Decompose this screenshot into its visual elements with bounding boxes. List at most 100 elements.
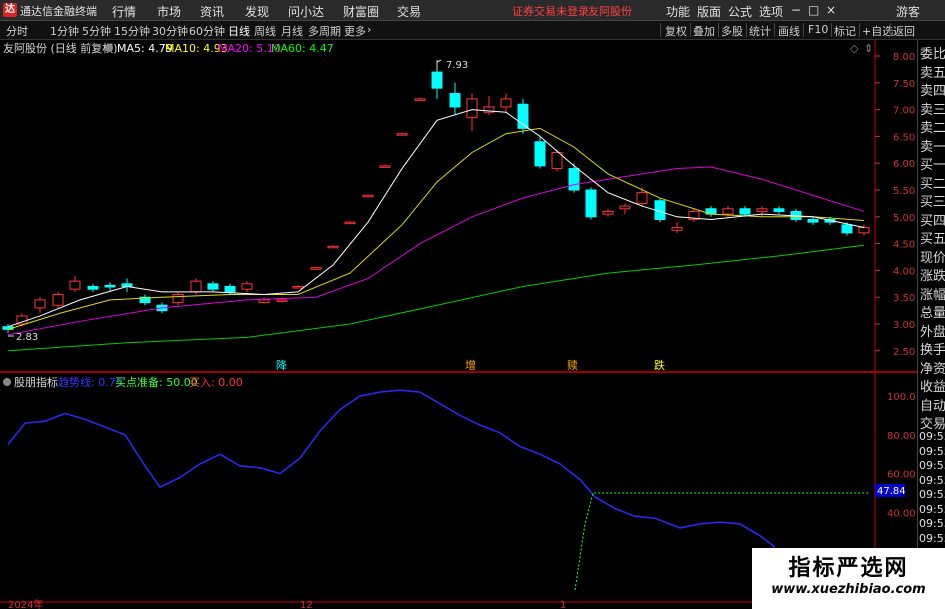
candle[interactable] bbox=[104, 284, 116, 288]
event-marker[interactable]: 增 bbox=[465, 358, 476, 372]
low-price-label: 2.83 bbox=[16, 332, 38, 343]
menu-discover[interactable]: 发现 bbox=[245, 3, 269, 20]
draw-line-button[interactable]: 画线 bbox=[778, 23, 800, 39]
candle[interactable] bbox=[858, 227, 870, 234]
period-15min[interactable]: 15分钟 bbox=[114, 23, 150, 39]
minimize-icon[interactable]: − bbox=[791, 3, 801, 17]
menu-market[interactable]: 市场 bbox=[157, 3, 181, 20]
period-weekly[interactable]: 周线 bbox=[254, 23, 276, 39]
candle[interactable] bbox=[449, 93, 461, 108]
menu-function[interactable]: 功能 bbox=[666, 3, 690, 20]
candle[interactable] bbox=[258, 299, 270, 304]
watermark-title: 指标严选网 bbox=[788, 556, 909, 581]
candle[interactable] bbox=[292, 285, 304, 289]
close-icon[interactable]: × bbox=[826, 3, 836, 17]
candle[interactable] bbox=[87, 285, 99, 290]
price-tick-label: 4.50 bbox=[893, 240, 915, 251]
adjust-button[interactable]: 复权 bbox=[665, 23, 687, 39]
candle[interactable] bbox=[241, 283, 253, 290]
menu-wealth-circle[interactable]: 财富圈 bbox=[343, 3, 379, 20]
watermark-url: www.xuezhibiao.com bbox=[771, 582, 926, 597]
indicator-name[interactable]: 股朋指标 bbox=[14, 375, 58, 389]
event-marker[interactable]: 跌 bbox=[654, 358, 665, 372]
candle[interactable] bbox=[773, 208, 785, 212]
quote-field-label: 自动 bbox=[920, 398, 945, 414]
menu-formula[interactable]: 公式 bbox=[728, 3, 752, 20]
high-price-label: 7.93 bbox=[446, 60, 468, 71]
indicator-settings-icon[interactable] bbox=[3, 378, 11, 386]
add-watchlist-button[interactable]: +自选 bbox=[862, 23, 893, 39]
candle[interactable] bbox=[224, 285, 236, 293]
period-30min[interactable]: 30分钟 bbox=[152, 23, 188, 39]
price-tick-label: 4.00 bbox=[893, 266, 915, 277]
candle[interactable] bbox=[172, 294, 184, 304]
menu-options[interactable]: 选项 bbox=[759, 3, 783, 20]
candle[interactable] bbox=[534, 141, 546, 167]
candle[interactable] bbox=[551, 151, 563, 170]
period-5min[interactable]: 5分钟 bbox=[82, 23, 111, 39]
menu-layout[interactable]: 版面 bbox=[697, 3, 721, 20]
menu-news[interactable]: 资讯 bbox=[200, 3, 224, 20]
candle[interactable] bbox=[500, 98, 512, 108]
candle[interactable] bbox=[276, 299, 288, 302]
candle[interactable] bbox=[396, 133, 408, 136]
candle[interactable] bbox=[841, 224, 853, 234]
event-marker[interactable]: 赎 bbox=[567, 358, 578, 372]
period-60min[interactable]: 60分钟 bbox=[189, 23, 225, 39]
candle[interactable] bbox=[344, 221, 356, 225]
expand-icon[interactable]: ⇕ bbox=[864, 42, 873, 55]
quote-field-label: 收益 bbox=[920, 380, 945, 395]
candle[interactable] bbox=[466, 98, 478, 119]
trend-line bbox=[7, 389, 776, 548]
multi-stock-button[interactable]: 多股 bbox=[721, 23, 743, 39]
candle[interactable] bbox=[636, 192, 648, 204]
mark-button[interactable]: 标记 bbox=[834, 23, 856, 39]
candle[interactable] bbox=[414, 98, 426, 101]
candle[interactable] bbox=[52, 294, 64, 306]
kline-chart[interactable]: 友阿股份 (日线 前复权) MA5: 4.79 MA10: 4.93 MA20:… bbox=[0, 40, 917, 609]
candle[interactable] bbox=[671, 227, 683, 231]
indicator-tick-label: 80.00 bbox=[887, 431, 916, 442]
candle[interactable] bbox=[739, 208, 751, 215]
guest-user[interactable]: 游客 bbox=[896, 3, 920, 20]
candle[interactable] bbox=[807, 218, 819, 223]
indicator-tick-label: 60.00 bbox=[887, 470, 916, 481]
trend-line-label: 趋势线: 0.75 bbox=[58, 375, 123, 389]
menu-assistant[interactable]: 问小达 bbox=[288, 3, 324, 20]
menu-trade[interactable]: 交易 bbox=[397, 3, 421, 20]
period-daily[interactable]: 日线 bbox=[228, 23, 250, 39]
login-warning[interactable]: 证券交易未登录 bbox=[512, 3, 589, 19]
candle[interactable] bbox=[585, 189, 597, 218]
settings-dot-icon[interactable] bbox=[105, 44, 113, 52]
candle[interactable] bbox=[207, 283, 219, 290]
candle[interactable] bbox=[310, 267, 322, 270]
chevron-right-icon[interactable]: › bbox=[367, 23, 371, 36]
overlay-button[interactable]: 叠加 bbox=[693, 23, 715, 39]
candle[interactable] bbox=[431, 71, 443, 89]
candle[interactable] bbox=[69, 280, 81, 290]
menu-quotes[interactable]: 行情 bbox=[112, 3, 136, 20]
period-more[interactable]: 更多 bbox=[344, 23, 366, 39]
candle[interactable] bbox=[190, 280, 202, 293]
statistics-button[interactable]: 统计 bbox=[749, 23, 771, 39]
f10-button[interactable]: F10 bbox=[808, 23, 828, 36]
back-button[interactable]: 返回 bbox=[893, 23, 915, 39]
candle[interactable] bbox=[379, 165, 391, 168]
candle[interactable] bbox=[327, 245, 339, 249]
maximize-icon[interactable]: □ bbox=[808, 3, 819, 17]
candle[interactable] bbox=[722, 208, 734, 215]
candle[interactable] bbox=[362, 194, 374, 198]
period-monthly[interactable]: 月线 bbox=[281, 23, 303, 39]
diamond-icon[interactable]: ◇ bbox=[850, 42, 859, 55]
period-intraday[interactable]: 分时 bbox=[6, 23, 28, 39]
time-label: 12 bbox=[300, 600, 313, 609]
candle[interactable] bbox=[568, 168, 580, 191]
period-1min[interactable]: 1分钟 bbox=[50, 23, 79, 39]
event-marker[interactable]: 降 bbox=[276, 358, 287, 372]
time-label: 1 bbox=[560, 600, 566, 609]
candle[interactable] bbox=[34, 299, 46, 309]
period-multi[interactable]: 多周期 bbox=[308, 23, 341, 39]
candle[interactable] bbox=[756, 208, 768, 212]
candle[interactable] bbox=[619, 205, 631, 210]
candle[interactable] bbox=[602, 210, 614, 215]
